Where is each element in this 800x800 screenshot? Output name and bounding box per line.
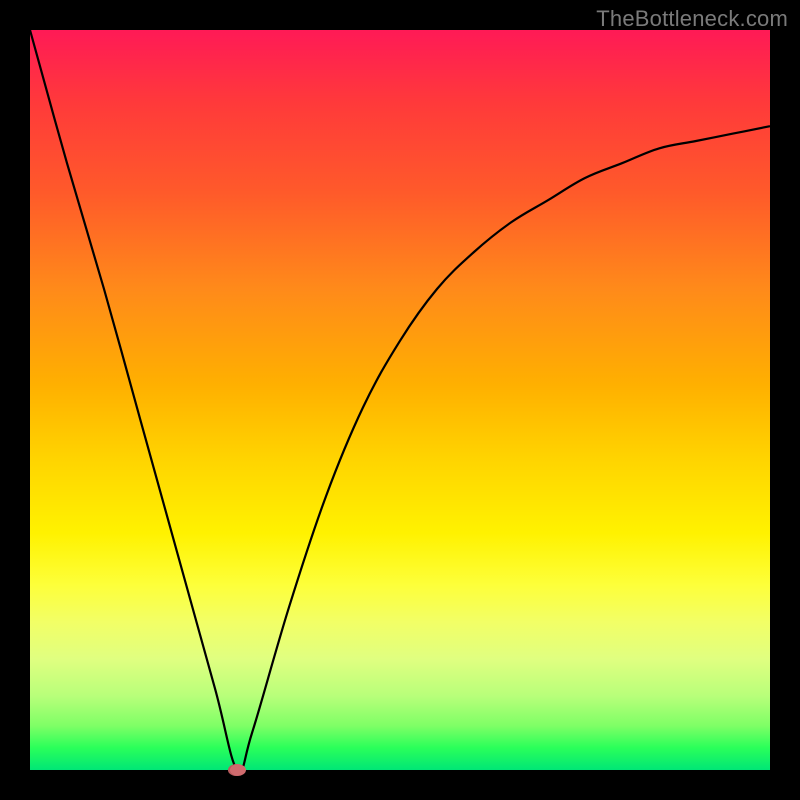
curve-path [30, 30, 770, 772]
bottleneck-curve [30, 30, 770, 770]
minimum-marker [228, 764, 246, 776]
chart-frame: TheBottleneck.com [0, 0, 800, 800]
watermark-text: TheBottleneck.com [596, 6, 788, 32]
plot-area [30, 30, 770, 770]
